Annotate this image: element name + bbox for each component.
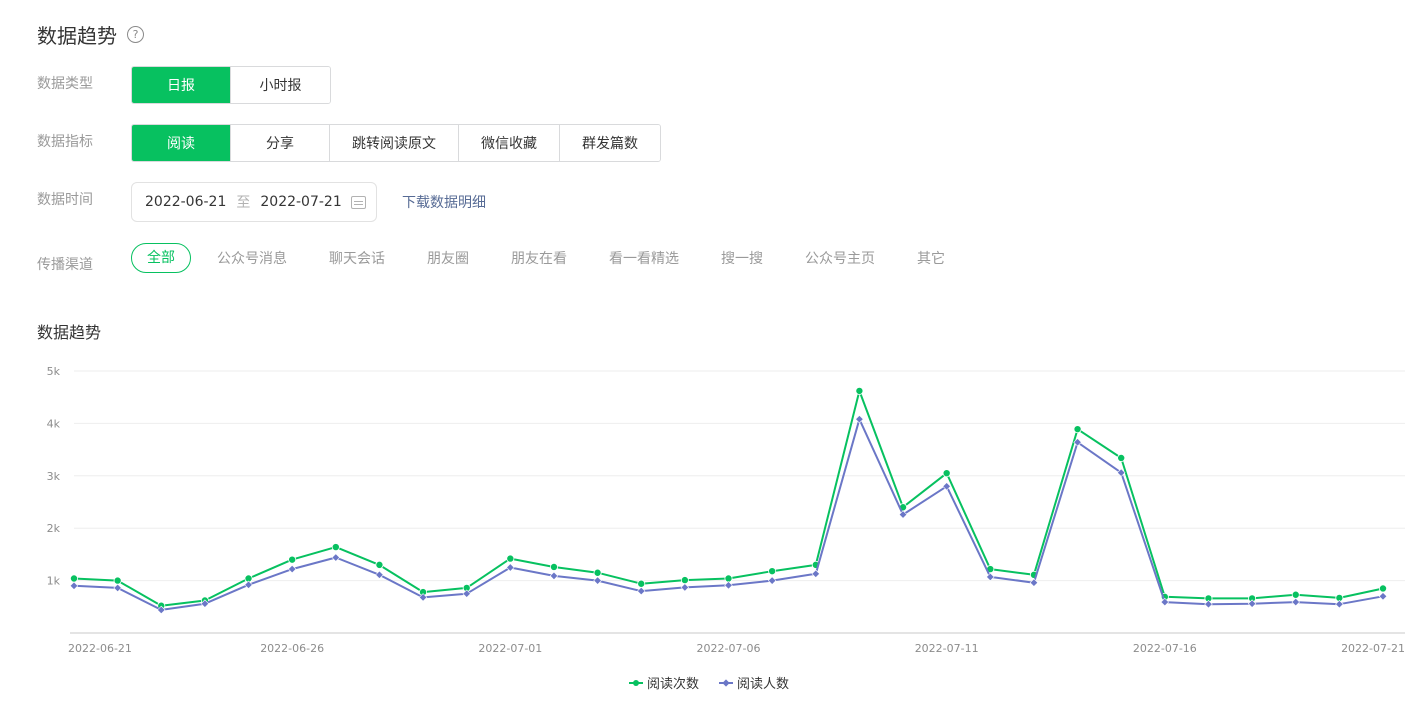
- data-point-reads: [70, 574, 79, 583]
- x-tick-label: 2022-07-06: [697, 642, 761, 655]
- data-point-reads: [637, 579, 646, 588]
- data-point-readers: [1291, 597, 1300, 607]
- data-point-readers: [1204, 599, 1213, 609]
- data-point-readers: [593, 576, 602, 585]
- data-point-reads: [1379, 584, 1388, 593]
- legend-label-readers: 阅读人数: [737, 677, 790, 692]
- data-point-readers: [244, 580, 253, 590]
- x-tick-label: 2022-07-01: [478, 642, 542, 655]
- data-point-readers: [1378, 592, 1388, 601]
- data-point-readers: [637, 586, 646, 596]
- data-point-readers: [855, 414, 864, 424]
- data-point-reads: [375, 560, 384, 569]
- data-point-reads: [331, 543, 340, 552]
- data-point-readers: [113, 583, 122, 593]
- x-tick-label: 2022-06-26: [260, 642, 324, 655]
- x-tick-label: 2022-07-16: [1133, 642, 1197, 655]
- data-point-readers: [767, 576, 777, 585]
- data-point-readers: [375, 570, 384, 580]
- legend-circle-icon: [628, 678, 643, 688]
- data-point-readers: [549, 571, 559, 581]
- x-tick-label: 2022-07-21: [1341, 642, 1405, 655]
- y-tick-label: 2k: [47, 522, 61, 535]
- data-point-reads: [942, 469, 951, 478]
- data-point-reads: [768, 567, 777, 576]
- data-point-readers: [986, 572, 995, 582]
- trend-chart: 1k 2k 3k 4k 5k 2022-06-21 2022-06-26 2022-07-01…: [47, 365, 1405, 655]
- data-point-reads: [506, 554, 515, 563]
- y-tick-label: 3k: [47, 470, 61, 483]
- data-point-readers: [724, 581, 733, 590]
- data-point-reads: [593, 568, 602, 577]
- data-point-reads: [113, 576, 122, 585]
- data-point-readers: [1335, 599, 1344, 609]
- data-point-reads: [549, 562, 558, 571]
- data-point-readers: [680, 583, 690, 592]
- x-tick-label: 2022-07-11: [915, 642, 979, 655]
- data-point-readers: [287, 564, 297, 574]
- legend-item-readers[interactable]: 阅读人数: [719, 673, 789, 692]
- legend-label-reads: 阅读次数: [646, 677, 699, 692]
- data-point-reads: [1291, 590, 1300, 599]
- data-point-readers: [331, 553, 341, 562]
- data-point-reads: [680, 576, 689, 585]
- data-point-reads: [855, 386, 864, 395]
- legend-item-reads[interactable]: 阅读次数: [628, 673, 699, 692]
- data-point-readers: [1029, 578, 1039, 587]
- data-point-reads: [724, 574, 733, 583]
- legend-diamond-icon: [719, 678, 733, 688]
- y-tick-label: 4k: [47, 417, 61, 430]
- chart-legend: 阅读次数 阅读人数: [0, 673, 1418, 692]
- y-tick-label: 1k: [47, 575, 61, 588]
- data-point-reads: [1117, 453, 1126, 462]
- data-point-reads: [1073, 425, 1082, 434]
- data-point-readers: [69, 581, 79, 591]
- x-tick-label: 2022-06-21: [68, 642, 132, 655]
- y-tick-label: 5k: [47, 365, 61, 378]
- data-point-reads: [288, 555, 297, 564]
- data-point-readers: [811, 569, 820, 579]
